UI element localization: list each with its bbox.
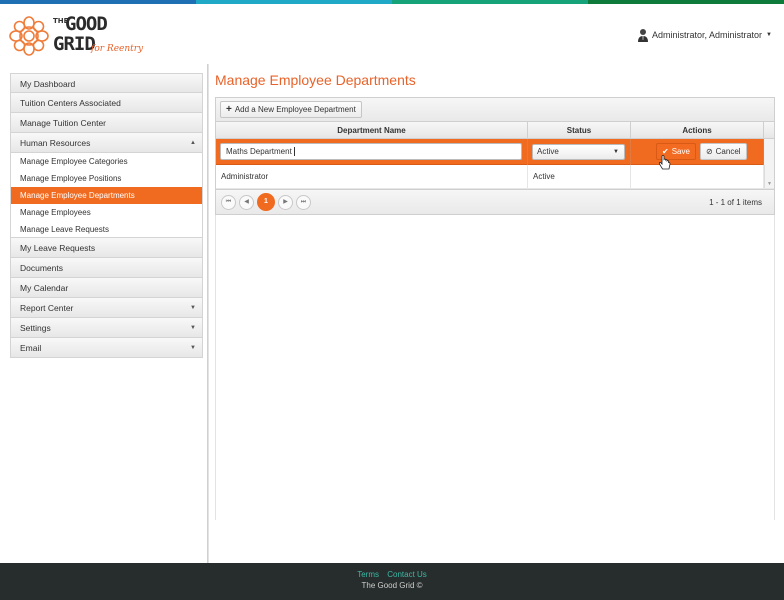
- flower-logo-icon: [9, 16, 49, 56]
- sidebar-item-label: Manage Tuition Center: [20, 118, 106, 128]
- user-menu[interactable]: Administrator, Administrator ▼: [638, 28, 772, 42]
- sidebar-item-manage-tuition-center[interactable]: Manage Tuition Center: [10, 113, 203, 133]
- chevron-down-icon: ▼: [190, 345, 196, 351]
- cancel-button[interactable]: ⊘ Cancel: [699, 143, 747, 160]
- terms-link[interactable]: Terms: [357, 570, 379, 579]
- sidebar-item-tuition-centers-associated[interactable]: Tuition Centers Associated: [10, 93, 203, 113]
- logo-the-text: THE: [53, 17, 69, 25]
- sidebar-item-my-leave-requests[interactable]: My Leave Requests: [10, 238, 203, 258]
- page-button-current[interactable]: 1: [257, 193, 275, 211]
- page-title: Manage Employee Departments: [215, 72, 416, 88]
- sidebar-item-documents[interactable]: Documents: [10, 258, 203, 278]
- scrollbar-track[interactable]: [764, 138, 774, 165]
- sidebar-divider: [207, 64, 209, 563]
- sidebar-subitem-leave-requests[interactable]: Manage Leave Requests: [10, 221, 203, 238]
- chevron-down-icon: ▼: [613, 148, 619, 155]
- department-name-input[interactable]: Maths Department: [220, 143, 522, 160]
- sidebar-subitem-employee-departments[interactable]: Manage Employee Departments: [10, 187, 203, 204]
- header: THE GOOD GRID for Reentry Administrator,…: [0, 4, 784, 64]
- pager-info: 1 - 1 of 1 items: [709, 198, 762, 207]
- chevron-down-icon: ▼: [766, 32, 772, 38]
- sidebar-item-my-calendar[interactable]: My Calendar: [10, 278, 203, 298]
- logo-tagline: for Reentry: [91, 44, 144, 54]
- content-area: [215, 215, 775, 520]
- sidebar: My Dashboard Tuition Centers Associated …: [10, 73, 203, 358]
- column-header-department-name[interactable]: Department Name: [216, 122, 528, 138]
- sidebar-item-label: My Calendar: [20, 283, 69, 293]
- hand-cursor-icon: [658, 155, 671, 170]
- sidebar-subitem-employees[interactable]: Manage Employees: [10, 204, 203, 221]
- sidebar-item-my-dashboard[interactable]: My Dashboard: [10, 73, 203, 93]
- departments-grid: + Add a New Employee Department Departme…: [215, 97, 775, 215]
- first-page-icon[interactable]: ⏮: [221, 194, 236, 210]
- actions-cell: ✔ Save ⊘ Cancel: [631, 138, 764, 165]
- department-name-cell: Administrator: [216, 164, 528, 189]
- next-page-icon[interactable]: ▶: [278, 194, 293, 210]
- scrollbar-header: [764, 122, 774, 138]
- sidebar-subitem-employee-categories[interactable]: Manage Employee Categories: [10, 153, 203, 170]
- status-cell: Active ▼: [528, 138, 631, 165]
- sidebar-item-label: Email: [20, 343, 42, 353]
- scroll-down-icon[interactable]: ▼: [767, 181, 772, 187]
- sidebar-item-email[interactable]: Email ▼: [10, 338, 203, 358]
- copyright: The Good Grid ©: [361, 581, 423, 590]
- status-select[interactable]: Active ▼: [532, 143, 625, 160]
- sidebar-item-label: Settings: [20, 323, 51, 333]
- sidebar-subitem-employee-positions[interactable]: Manage Employee Positions: [10, 170, 203, 187]
- plus-icon: +: [226, 103, 232, 115]
- sidebar-item-label: Report Center: [20, 303, 74, 313]
- save-label: Save: [671, 147, 690, 156]
- table-row-editing: Maths Department Active ▼ ✔ Save ⊘ Cance…: [216, 138, 774, 165]
- add-department-button[interactable]: + Add a New Employee Department: [220, 101, 362, 118]
- grid-header: Department Name Status Actions: [216, 122, 774, 139]
- pager: ⏮ ◀ 1 ▶ ⏭ 1 - 1 of 1 items: [216, 189, 774, 214]
- cancel-icon: ⊘: [705, 147, 713, 156]
- sidebar-item-label: Human Resources: [20, 138, 91, 148]
- sidebar-item-label: Tuition Centers Associated: [20, 98, 121, 108]
- prev-page-icon[interactable]: ◀: [239, 194, 254, 210]
- user-name: Administrator, Administrator: [652, 30, 763, 40]
- scrollbar-track[interactable]: ▼: [764, 165, 774, 188]
- column-header-actions: Actions: [631, 122, 764, 138]
- chevron-up-icon: ▲: [190, 140, 196, 146]
- footer-links: Terms Contact Us: [0, 563, 784, 579]
- footer: Terms Contact Us The Good Grid ©: [0, 563, 784, 600]
- add-department-label: Add a New Employee Department: [234, 105, 356, 114]
- cancel-label: Cancel: [715, 147, 741, 156]
- sidebar-item-settings[interactable]: Settings ▼: [10, 318, 203, 338]
- logo-good-text: GOOD: [65, 13, 108, 35]
- column-header-status[interactable]: Status: [528, 122, 631, 138]
- actions-cell: [631, 164, 764, 189]
- name-cell: Maths Department: [216, 138, 528, 165]
- chevron-down-icon: ▼: [190, 305, 196, 311]
- status-cell: Active: [528, 164, 631, 189]
- sidebar-item-label: Documents: [20, 263, 63, 273]
- last-page-icon[interactable]: ⏭: [296, 194, 311, 210]
- chevron-down-icon: ▼: [190, 325, 196, 331]
- sidebar-item-label: My Leave Requests: [20, 243, 96, 253]
- table-row[interactable]: Administrator Active ▼: [216, 164, 774, 189]
- status-select-value: Active: [537, 146, 559, 156]
- user-avatar-icon: [638, 29, 648, 42]
- contact-link[interactable]: Contact Us: [387, 570, 427, 579]
- sidebar-item-human-resources[interactable]: Human Resources ▲: [10, 133, 203, 153]
- grid-toolbar: + Add a New Employee Department: [216, 98, 774, 122]
- sidebar-item-label: My Dashboard: [20, 79, 76, 89]
- logo[interactable]: THE GOOD GRID for Reentry: [9, 12, 149, 58]
- text-caret: [293, 147, 295, 156]
- department-name-value: Maths Department: [226, 147, 292, 156]
- sidebar-item-report-center[interactable]: Report Center ▼: [10, 298, 203, 318]
- logo-grid-text: GRID: [53, 33, 96, 55]
